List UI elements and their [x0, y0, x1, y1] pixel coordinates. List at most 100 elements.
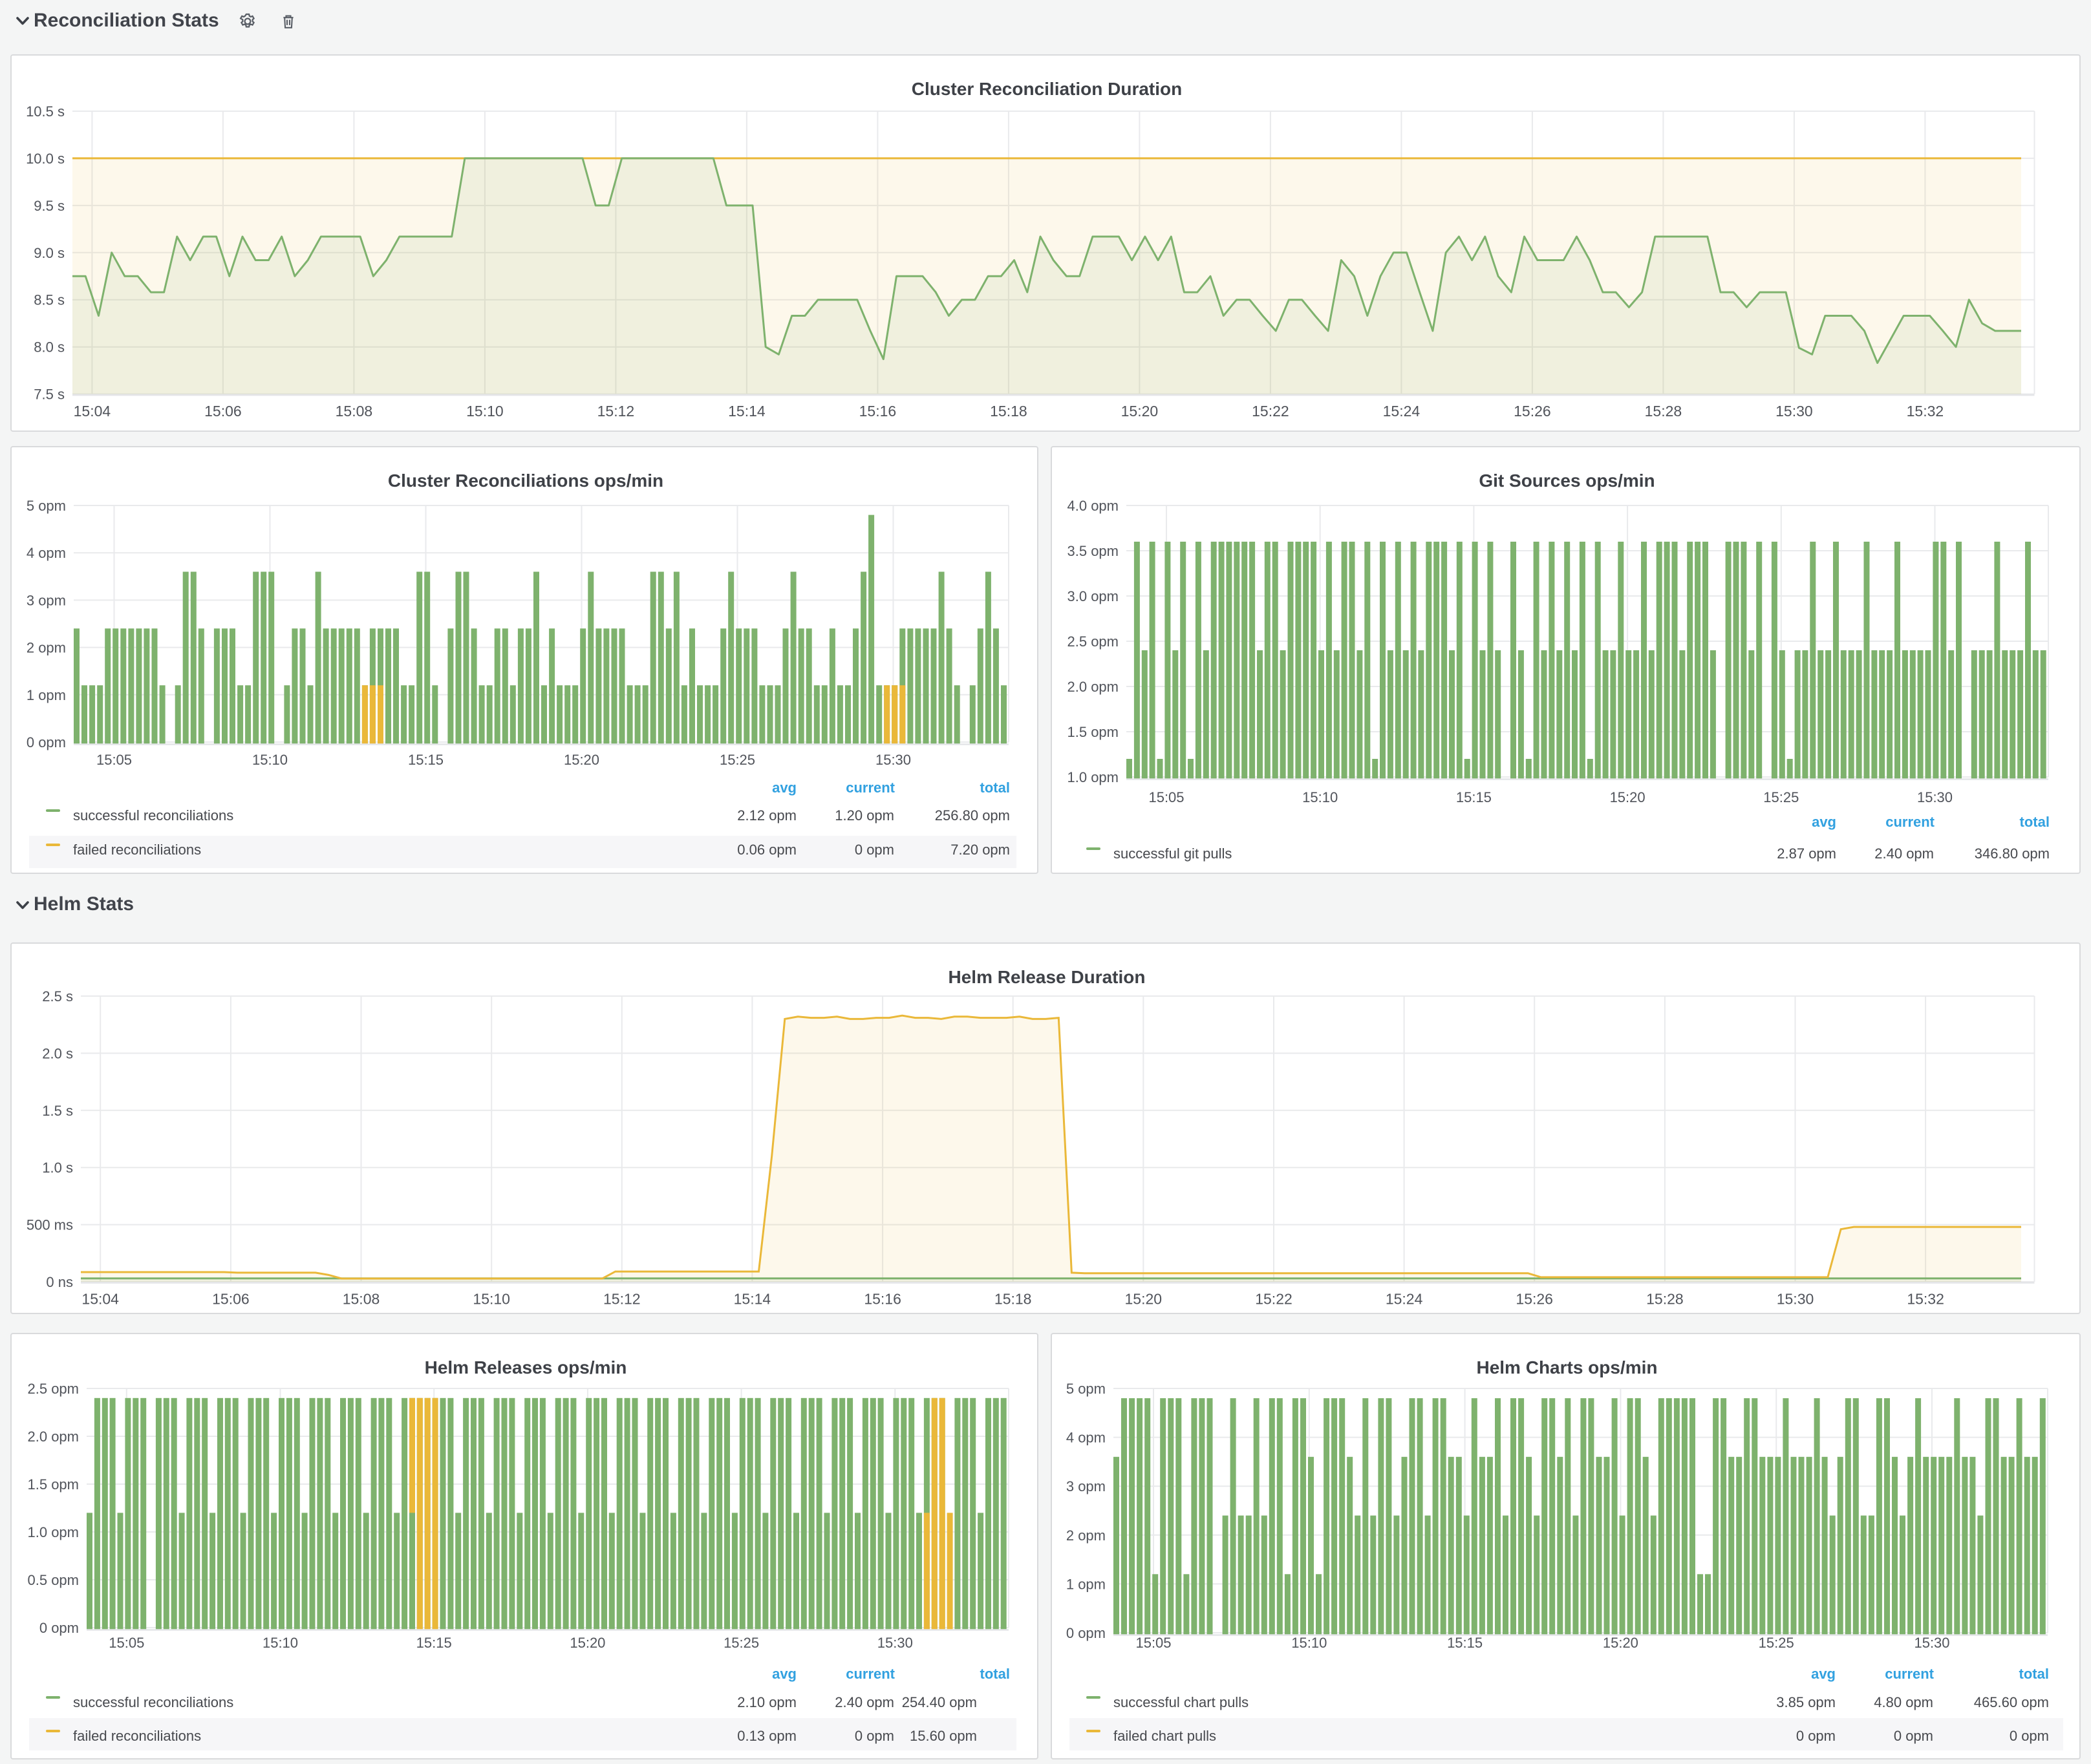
svg-text:2.40 opm: 2.40 opm [1874, 845, 1934, 862]
svg-text:0 ns: 0 ns [46, 1274, 73, 1290]
svg-text:346.80 opm: 346.80 opm [1975, 845, 2050, 862]
svg-text:15:14: 15:14 [734, 1291, 771, 1308]
svg-text:current: current [846, 780, 895, 796]
svg-text:Git Sources ops/min: Git Sources ops/min [1479, 471, 1655, 491]
svg-text:15:25: 15:25 [720, 752, 755, 768]
svg-text:15:15: 15:15 [408, 752, 444, 768]
svg-text:15:08: 15:08 [343, 1291, 380, 1308]
svg-text:15:05: 15:05 [1135, 1635, 1171, 1651]
svg-text:4.0 opm: 4.0 opm [1067, 498, 1119, 514]
svg-text:1.20 opm: 1.20 opm [835, 807, 894, 824]
svg-text:15:18: 15:18 [990, 403, 1027, 420]
svg-text:2.12 opm: 2.12 opm [737, 807, 797, 824]
svg-text:15:10: 15:10 [473, 1291, 510, 1308]
svg-text:current: current [846, 1666, 895, 1682]
svg-text:15:12: 15:12 [603, 1291, 641, 1308]
svg-text:0.5 opm: 0.5 opm [28, 1572, 80, 1588]
svg-text:0 opm: 0 opm [1066, 1625, 1106, 1641]
svg-text:15:26: 15:26 [1516, 1291, 1553, 1308]
svg-text:4 opm: 4 opm [1066, 1430, 1106, 1446]
svg-text:15:16: 15:16 [859, 403, 897, 420]
svg-text:current: current [1885, 1666, 1934, 1682]
svg-text:0 opm: 0 opm [855, 842, 894, 858]
svg-text:15:05: 15:05 [109, 1635, 144, 1651]
svg-text:failed chart pulls: failed chart pulls [1113, 1728, 1216, 1744]
svg-text:15:28: 15:28 [1645, 403, 1682, 420]
svg-text:2.87 opm: 2.87 opm [1777, 845, 1836, 862]
svg-text:15:30: 15:30 [1777, 1291, 1814, 1308]
svg-text:total: total [980, 1666, 1010, 1682]
svg-text:3.5 opm: 3.5 opm [1067, 543, 1119, 559]
svg-text:15:25: 15:25 [724, 1635, 759, 1651]
svg-text:avg: avg [772, 1666, 797, 1682]
svg-text:15:22: 15:22 [1252, 403, 1289, 420]
svg-text:2.5 s: 2.5 s [42, 988, 73, 1004]
svg-text:3.0 opm: 3.0 opm [1067, 588, 1119, 604]
svg-text:4 opm: 4 opm [27, 545, 66, 561]
svg-text:failed reconciliations: failed reconciliations [73, 1728, 201, 1744]
svg-text:15:18: 15:18 [994, 1291, 1032, 1308]
svg-text:500 ms: 500 ms [27, 1217, 73, 1233]
svg-text:7.5 s: 7.5 s [34, 387, 65, 403]
svg-text:465.60 opm: 465.60 opm [1974, 1694, 2049, 1710]
svg-text:2.10 opm: 2.10 opm [737, 1694, 797, 1710]
svg-text:15.60 opm: 15.60 opm [910, 1728, 977, 1744]
svg-text:8.0 s: 8.0 s [34, 339, 65, 356]
svg-text:5 opm: 5 opm [27, 498, 66, 514]
svg-text:15:32: 15:32 [1907, 403, 1944, 420]
svg-text:15:26: 15:26 [1514, 403, 1551, 420]
svg-text:0 opm: 0 opm [1894, 1728, 1933, 1744]
svg-text:15:04: 15:04 [81, 1291, 119, 1308]
svg-text:3 opm: 3 opm [27, 592, 66, 608]
svg-text:15:25: 15:25 [1763, 789, 1799, 805]
svg-text:1 opm: 1 opm [1066, 1576, 1106, 1592]
svg-text:15:06: 15:06 [212, 1291, 250, 1308]
svg-text:15:24: 15:24 [1386, 1291, 1423, 1308]
svg-text:successful chart pulls: successful chart pulls [1113, 1694, 1249, 1710]
svg-text:2 opm: 2 opm [1066, 1527, 1106, 1544]
svg-text:15:24: 15:24 [1383, 403, 1421, 420]
svg-text:Cluster Reconciliation Duratio: Cluster Reconciliation Duration [912, 79, 1183, 99]
svg-text:Helm Charts ops/min: Helm Charts ops/min [1476, 1357, 1657, 1377]
svg-text:0 opm: 0 opm [1796, 1728, 1836, 1744]
svg-text:2.0 opm: 2.0 opm [28, 1429, 80, 1445]
svg-text:1 opm: 1 opm [27, 687, 66, 703]
svg-text:15:22: 15:22 [1255, 1291, 1292, 1308]
svg-text:15:04: 15:04 [74, 403, 111, 420]
svg-text:2 opm: 2 opm [27, 640, 66, 656]
svg-text:15:30: 15:30 [1914, 1635, 1949, 1651]
svg-text:total: total [2019, 1666, 2049, 1682]
svg-text:Helm Release Duration: Helm Release Duration [949, 967, 1146, 987]
svg-text:15:10: 15:10 [1302, 789, 1338, 805]
svg-text:15:20: 15:20 [1603, 1635, 1638, 1651]
svg-text:2.0 opm: 2.0 opm [1067, 679, 1119, 695]
svg-text:15:25: 15:25 [1759, 1635, 1794, 1651]
svg-text:1.0 opm: 1.0 opm [28, 1524, 80, 1540]
svg-text:Cluster Reconciliations ops/mi: Cluster Reconciliations ops/min [388, 471, 663, 491]
svg-text:total: total [2020, 814, 2050, 830]
svg-text:3.85 opm: 3.85 opm [1776, 1694, 1836, 1710]
svg-text:15:30: 15:30 [877, 1635, 913, 1651]
svg-text:15:10: 15:10 [1291, 1635, 1327, 1651]
svg-text:15:16: 15:16 [864, 1291, 901, 1308]
svg-text:10.5 s: 10.5 s [26, 103, 65, 120]
svg-text:avg: avg [1811, 1666, 1836, 1682]
svg-text:15:10: 15:10 [252, 752, 288, 768]
svg-text:15:32: 15:32 [1907, 1291, 1944, 1308]
svg-text:4.80 opm: 4.80 opm [1874, 1694, 1933, 1710]
svg-text:15:05: 15:05 [1148, 789, 1184, 805]
svg-text:0 opm: 0 opm [27, 734, 66, 750]
svg-text:15:30: 15:30 [875, 752, 911, 768]
svg-text:15:20: 15:20 [1125, 1291, 1163, 1308]
svg-text:15:20: 15:20 [564, 752, 599, 768]
svg-text:7.20 opm: 7.20 opm [950, 842, 1010, 858]
svg-text:15:15: 15:15 [416, 1635, 452, 1651]
svg-text:2.40 opm: 2.40 opm [835, 1694, 894, 1710]
svg-text:9.5 s: 9.5 s [34, 198, 65, 214]
svg-text:0 opm: 0 opm [39, 1620, 79, 1636]
svg-text:current: current [1885, 814, 1935, 830]
svg-text:9.0 s: 9.0 s [34, 245, 65, 261]
svg-text:15:20: 15:20 [1121, 403, 1159, 420]
svg-text:15:20: 15:20 [570, 1635, 605, 1651]
svg-text:2.0 s: 2.0 s [42, 1045, 73, 1061]
